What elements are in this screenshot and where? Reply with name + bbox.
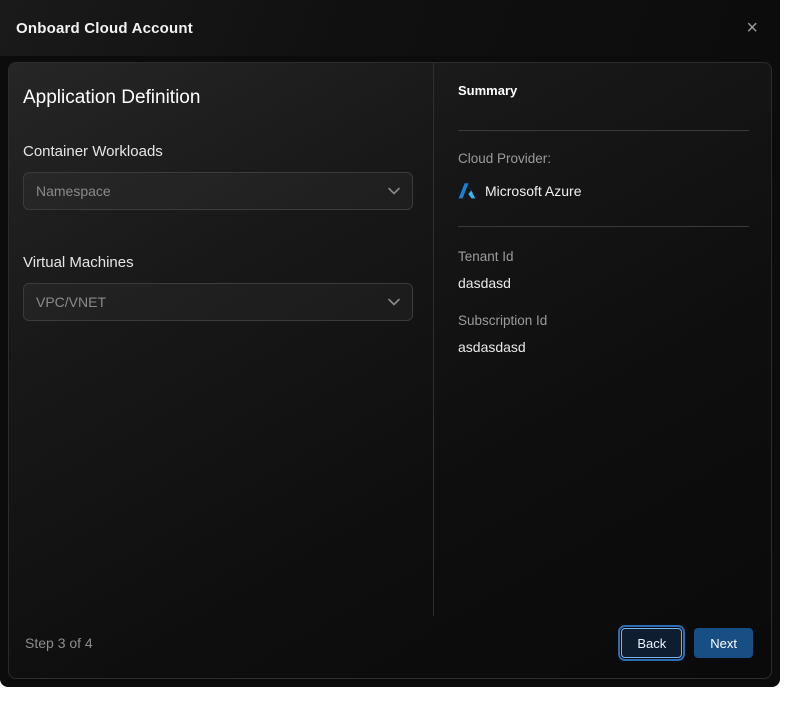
- panel-body: Application Definition Container Workloa…: [9, 63, 771, 616]
- close-icon[interactable]: ×: [742, 16, 762, 40]
- wizard-panel: Application Definition Container Workloa…: [8, 62, 772, 679]
- back-button[interactable]: Back: [618, 625, 686, 661]
- panel-footer: Step 3 of 4 Back Next: [9, 616, 771, 678]
- cloud-provider-row: Microsoft Azure: [458, 182, 749, 200]
- footer-actions: Back Next: [618, 625, 753, 661]
- vpc-vnet-select-placeholder: VPC/VNET: [36, 294, 107, 310]
- application-definition-title: Application Definition: [23, 87, 201, 108]
- application-definition-section: Application Definition Container Workloa…: [9, 63, 433, 616]
- step-indicator: Step 3 of 4: [25, 635, 93, 651]
- onboard-cloud-account-modal: Onboard Cloud Account × Application Defi…: [0, 0, 780, 687]
- chevron-down-icon: [388, 187, 400, 195]
- modal-title: Onboard Cloud Account: [16, 19, 193, 37]
- vpc-vnet-select[interactable]: VPC/VNET: [23, 283, 413, 321]
- next-button[interactable]: Next: [694, 628, 753, 658]
- summary-divider: [458, 130, 749, 131]
- cloud-provider-value: Microsoft Azure: [485, 183, 582, 199]
- virtual-machines-label: Virtual Machines: [23, 254, 134, 271]
- container-workloads-label: Container Workloads: [23, 143, 163, 160]
- namespace-select-placeholder: Namespace: [36, 183, 111, 199]
- summary-section: Summary Cloud Provider: Microsoft Azure …: [433, 63, 771, 616]
- summary-title: Summary: [458, 83, 518, 98]
- subscription-id-value: asdasdasd: [458, 339, 526, 355]
- modal-header: Onboard Cloud Account ×: [0, 0, 780, 56]
- tenant-id-label: Tenant Id: [458, 249, 514, 264]
- cloud-provider-label: Cloud Provider:: [458, 151, 552, 166]
- tenant-id-value: dasdasd: [458, 275, 511, 291]
- azure-icon: [458, 182, 476, 200]
- summary-divider: [458, 226, 749, 227]
- namespace-select[interactable]: Namespace: [23, 172, 413, 210]
- chevron-down-icon: [388, 298, 400, 306]
- subscription-id-label: Subscription Id: [458, 313, 548, 328]
